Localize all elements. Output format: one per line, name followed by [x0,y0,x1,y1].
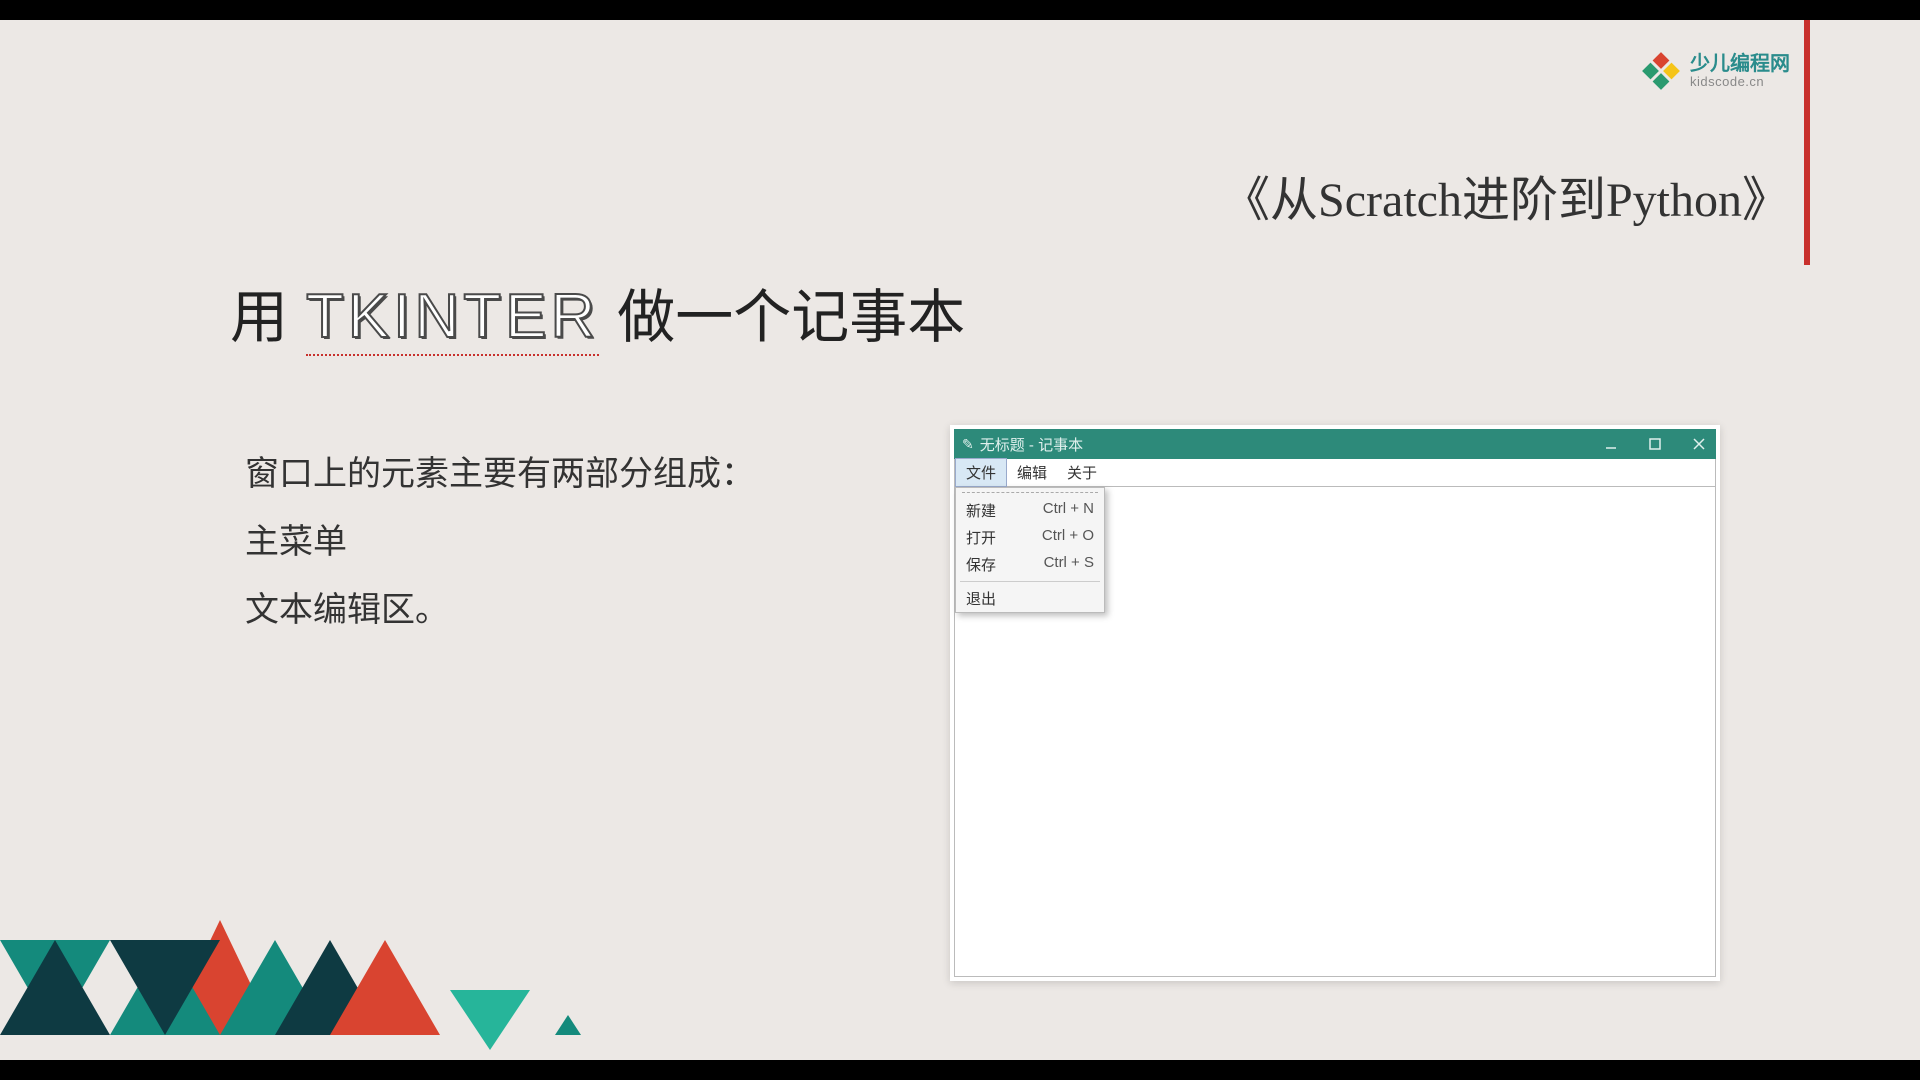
notepad-menubar: 文件 编辑 关于 [954,459,1716,487]
menu-about[interactable]: 关于 [1057,459,1107,486]
file-dropdown: 新建 Ctrl + N 打开 Ctrl + O 保存 Ctrl + S 退出 [955,487,1105,613]
logo-main-text: 少儿编程网 [1690,53,1790,75]
dropdown-save[interactable]: 保存 Ctrl + S [956,551,1104,578]
menu-file[interactable]: 文件 [955,458,1007,487]
brand-logo: 少儿编程网 kidscode.cn [1640,50,1790,92]
dropdown-open[interactable]: 打开 Ctrl + O [956,524,1104,551]
notepad-screenshot: ✎ 无标题 - 记事本 文件 编辑 关于 [950,425,1720,981]
body-line-3: 文本编辑区。 [245,576,755,644]
logo-icon [1640,50,1682,92]
body-line-1: 窗口上的元素主要有两部分组成： [245,440,755,508]
feather-icon: ✎ [962,436,974,453]
dropdown-exit[interactable]: 退出 [956,585,1104,612]
close-icon[interactable] [1690,435,1708,453]
dropdown-new[interactable]: 新建 Ctrl + N [956,497,1104,524]
menu-edit[interactable]: 编辑 [1007,459,1057,486]
notepad-titlebar: ✎ 无标题 - 记事本 [954,429,1716,459]
logo-sub-text: kidscode.cn [1690,75,1790,89]
minimize-icon[interactable] [1602,435,1620,453]
maximize-icon[interactable] [1646,435,1664,453]
notepad-title: 无标题 - 记事本 [980,434,1083,455]
title-tkinter: TKINTER [306,281,599,356]
title-prefix: 用 [230,270,288,354]
title-suffix: 做一个记事本 [617,270,965,354]
body-text: 窗口上的元素主要有两部分组成： 主菜单 文本编辑区。 [245,440,755,644]
body-line-2: 主菜单 [245,508,755,576]
course-title: 《从Scratch进阶到Python》 [1222,160,1790,230]
slide: 少儿编程网 kidscode.cn 《从Scratch进阶到Python》 用 … [0,20,1920,1060]
slide-title: 用 TKINTER 做一个记事本 [230,270,965,356]
decorative-triangles [0,860,600,1060]
accent-bar [1804,20,1810,265]
notepad-textarea[interactable]: 新建 Ctrl + N 打开 Ctrl + O 保存 Ctrl + S 退出 [954,487,1716,977]
